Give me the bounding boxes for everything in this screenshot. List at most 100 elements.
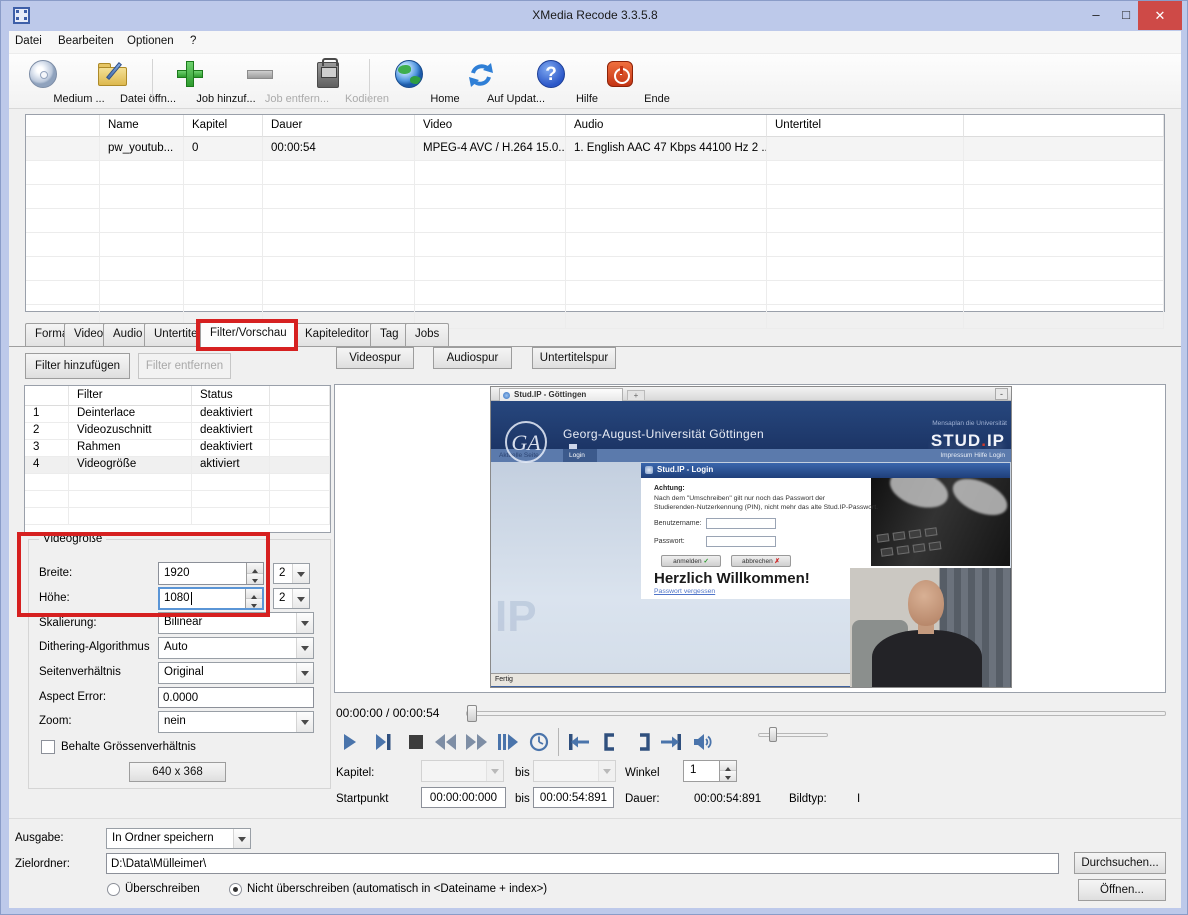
tab-jobs[interactable]: Jobs [405, 323, 449, 346]
col-status[interactable]: Status [192, 386, 270, 406]
filter-row-deinterlace[interactable]: 1Deinterlacedeaktiviert [25, 406, 330, 423]
browser-tab: Stud.IP - Göttingen [499, 388, 623, 401]
zielordner-input[interactable] [106, 853, 1059, 874]
size-indicator-button[interactable]: 640 x 368 [129, 762, 226, 782]
col-video[interactable]: Video [415, 115, 566, 137]
filter-table[interactable]: Filter Status 1Deinterlacedeaktiviert 2V… [24, 385, 331, 533]
add-job-button[interactable]: Job hinzuf... [156, 57, 226, 107]
menu-bar: Datei Bearbeiten Optionen ? [9, 31, 1181, 54]
open-button[interactable]: Öffnen... [1078, 879, 1166, 901]
set-end-marker-button[interactable] [659, 731, 681, 753]
output-mode-combo[interactable]: In Ordner speichern [106, 828, 251, 849]
col-name[interactable]: Name [100, 115, 184, 137]
open-file-button[interactable]: Datei öffn... [78, 57, 148, 107]
video-preview[interactable]: Stud.IP - Göttingen + - GA Georg-August-… [490, 386, 1012, 688]
aspect-error-input[interactable] [158, 687, 314, 708]
quit-button[interactable]: Ende [587, 57, 657, 107]
chevron-down-icon [296, 613, 313, 633]
dauer-label: Dauer: [625, 793, 660, 805]
col-filter[interactable]: Filter [69, 386, 192, 406]
step-button[interactable] [496, 731, 518, 753]
warning-line: Nach dem "Umschreiben" gilt nur noch das… [654, 495, 825, 502]
annotation-red-box-filter-tab [196, 319, 298, 351]
filter-row-videozuschnitt[interactable]: 2Videozuschnittdeaktiviert [25, 423, 330, 440]
col-audio[interactable]: Audio [566, 115, 767, 137]
play-button[interactable] [339, 731, 361, 753]
col-kapitel[interactable]: Kapitel [184, 115, 263, 137]
clock-button[interactable] [528, 731, 550, 753]
menu-hilfe[interactable]: ? [190, 35, 196, 47]
hoehe-step-combo[interactable]: 2 [273, 588, 310, 609]
job-table[interactable]: Name Kapitel Dauer Video Audio Untertite… [25, 114, 1165, 312]
volume-thumb[interactable] [769, 727, 777, 742]
col-dauer[interactable]: Dauer [263, 115, 415, 137]
fast-forward-button[interactable] [463, 731, 485, 753]
keep-ratio-checkbox[interactable] [41, 740, 55, 754]
overwrite-radio[interactable] [107, 883, 120, 896]
browse-button[interactable]: Durchsuchen... [1074, 852, 1166, 874]
skalierung-label: Skalierung: [39, 617, 97, 629]
chevron-down-icon [292, 589, 309, 608]
title-bar[interactable]: XMedia Recode 3.3.5.8 – □ ✕ [1, 1, 1188, 31]
job-row[interactable]: pw_youtub... 0 00:00:54 MPEG-4 AVC / H.2… [26, 137, 1164, 161]
overwrite-label: Überschreiben [125, 883, 200, 895]
dithering-combo[interactable]: Auto [158, 637, 314, 659]
zielordner-label: Zielordner: [15, 858, 70, 870]
check-icon: ✓ [703, 558, 708, 565]
person-body [872, 630, 982, 688]
menu-optionen[interactable]: Optionen [127, 35, 174, 47]
studip-logo: STUD.IP [931, 431, 1005, 451]
mute-button[interactable] [691, 731, 713, 753]
tab-kapiteleditor[interactable]: Kapiteleditor [295, 323, 379, 346]
globe-icon [395, 60, 425, 90]
video-track-button[interactable]: Videospur [336, 347, 414, 369]
audio-track-button[interactable]: Audiospur [433, 347, 512, 369]
dithering-label: Dithering-Algorithmus [39, 641, 150, 653]
help-button[interactable]: ? Hilfe [517, 57, 587, 107]
subtitle-track-button[interactable]: Untertitelspur [532, 347, 616, 369]
seitenverhaeltnis-combo[interactable]: Original [158, 662, 314, 684]
update-button[interactable]: Auf Updat... [446, 57, 516, 107]
empty-row [26, 233, 1164, 257]
col-untertitel[interactable]: Untertitel [767, 115, 964, 137]
username-field [706, 518, 776, 529]
endpunkt-input[interactable] [533, 787, 614, 808]
filter-row-rahmen[interactable]: 3Rahmendeaktiviert [25, 440, 330, 457]
filter-row-videogroesse[interactable]: 4Videogrößeaktiviert [25, 457, 330, 474]
breite-step-combo[interactable]: 2 [273, 563, 310, 584]
menu-bearbeiten[interactable]: Bearbeiten [58, 35, 114, 47]
no-overwrite-radio[interactable] [229, 883, 242, 896]
dauer-value: 00:00:54:891 [694, 793, 761, 805]
seitenverhaeltnis-label: Seitenverhältnis [39, 666, 121, 678]
power-icon [607, 60, 637, 90]
end-bracket-button[interactable] [633, 731, 655, 753]
minimize-button[interactable]: – [1083, 5, 1109, 25]
medium-button[interactable]: Medium ... [9, 57, 79, 107]
tab-tag[interactable]: Tag [370, 323, 409, 346]
chevron-down-icon [292, 564, 309, 583]
add-filter-button[interactable]: Filter hinzufügen [25, 353, 130, 379]
maximize-button[interactable]: □ [1113, 5, 1139, 25]
start-bracket-button[interactable] [599, 731, 621, 753]
menu-datei[interactable]: Datei [15, 35, 42, 47]
seek-slider[interactable] [466, 711, 1166, 716]
seek-thumb[interactable] [467, 705, 477, 722]
warning-title: Achtung: [654, 485, 685, 492]
person-head [908, 580, 944, 626]
winkel-spinner-input[interactable]: 1 [683, 760, 737, 782]
browser-new-tab: + [627, 390, 645, 401]
empty-row [26, 281, 1164, 305]
app-window: XMedia Recode 3.3.5.8 – □ ✕ Datei Bearbe… [0, 0, 1188, 915]
keyboard-photo [871, 478, 1010, 566]
stop-button[interactable] [405, 731, 427, 753]
home-button[interactable]: Home [375, 57, 445, 107]
winkel-spinner[interactable] [719, 761, 736, 781]
col-blank[interactable] [26, 115, 100, 137]
startpunkt-input[interactable] [421, 787, 506, 808]
password-field [706, 536, 776, 547]
rewind-button[interactable] [433, 731, 455, 753]
close-button[interactable]: ✕ [1138, 1, 1182, 30]
set-start-marker-button[interactable] [565, 731, 587, 753]
zoom-combo[interactable]: nein [158, 711, 314, 733]
next-frame-button[interactable] [372, 731, 394, 753]
